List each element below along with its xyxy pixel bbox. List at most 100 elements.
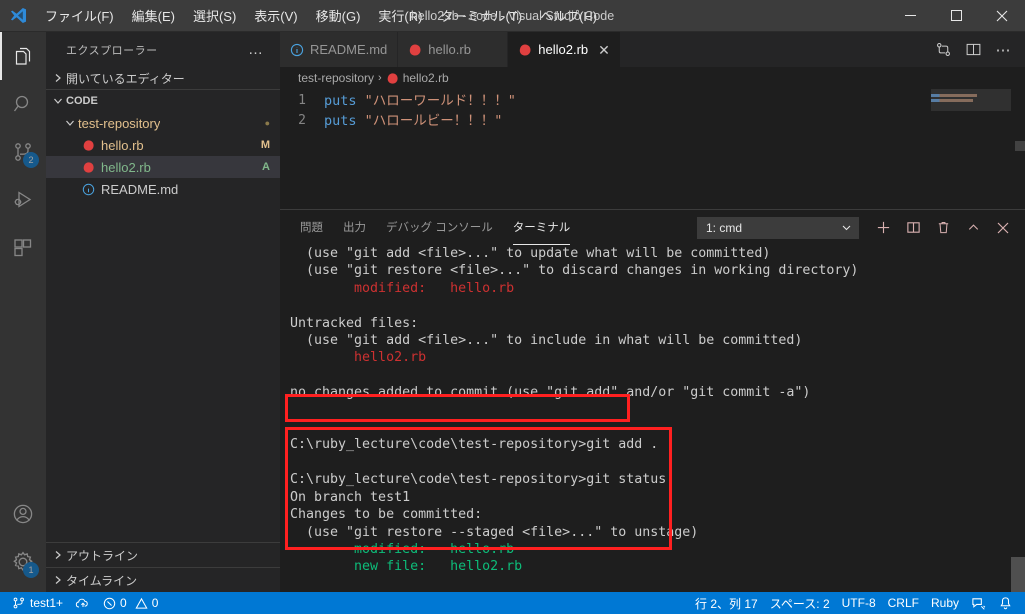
status-warning-count: 0 xyxy=(151,596,159,610)
breadcrumb: test-repository › hello2.rb xyxy=(280,67,1025,89)
ruby-icon xyxy=(80,159,96,175)
status-language-mode[interactable]: Ruby xyxy=(925,592,965,614)
chevron-down-icon xyxy=(62,118,78,128)
activity-run-debug[interactable] xyxy=(0,176,46,224)
terminal-scrollbar-thumb[interactable] xyxy=(1011,557,1025,592)
tab-label: README.md xyxy=(310,42,388,57)
status-sync[interactable] xyxy=(69,592,97,614)
breadcrumb-file[interactable]: hello2.rb xyxy=(386,71,449,85)
status-branch-label: test1+ xyxy=(30,596,64,610)
sidebar-more-actions-icon[interactable]: … xyxy=(248,41,272,58)
code-string: "ハローワールド！！！" xyxy=(364,93,516,109)
tab-problems[interactable]: 問題 xyxy=(300,210,323,245)
section-open-editors[interactable]: 開いているエディター xyxy=(46,67,280,89)
breadcrumb-folder[interactable]: test-repository xyxy=(298,71,374,85)
vscode-window: ファイル(F) 編集(E) 選択(S) 表示(V) 移動(G) 実行(R) ター… xyxy=(0,0,1025,614)
menu-bar: ファイル(F) 編集(E) 選択(S) 表示(V) 移動(G) 実行(R) ター… xyxy=(36,0,606,32)
code-string: "ハロールビー！！！" xyxy=(364,113,503,129)
ruby-icon xyxy=(386,72,399,85)
activity-extensions[interactable] xyxy=(0,224,46,272)
tree-item-hello2-rb[interactable]: hello2.rb A xyxy=(46,156,280,178)
status-error-count: 0 xyxy=(120,596,127,610)
maximize-panel-icon[interactable] xyxy=(959,214,987,242)
outline-label: アウトライン xyxy=(66,548,139,563)
minimize-button[interactable] xyxy=(887,0,933,32)
editor-scrollbar[interactable] xyxy=(1011,89,1025,209)
code-content: 1 puts "ハローワールド！！！" 2 puts "ハロールビー！！！" xyxy=(280,89,1025,131)
menu-edit[interactable]: 編集(E) xyxy=(123,0,184,32)
chevron-down-icon xyxy=(841,222,852,233)
status-cursor-position[interactable]: 行 2、列 17 xyxy=(689,592,764,614)
tab-close-icon[interactable]: ✕ xyxy=(598,43,610,57)
status-indentation[interactable]: スペース: 2 xyxy=(764,592,836,614)
ruby-icon xyxy=(518,43,532,57)
markdown-icon xyxy=(290,43,304,57)
menu-terminal[interactable]: ターミナル(T) xyxy=(431,0,531,32)
code-keyword: puts xyxy=(324,113,357,129)
tree-item-status: M xyxy=(260,139,270,151)
ruby-icon xyxy=(80,137,96,153)
close-panel-icon[interactable] xyxy=(989,214,1017,242)
menu-selection[interactable]: 選択(S) xyxy=(184,0,245,32)
tree-item-hello-rb[interactable]: hello.rb M xyxy=(46,134,280,156)
split-terminal-icon[interactable] xyxy=(899,214,927,242)
sidebar-bottom-sections: アウトライン タイムライン xyxy=(46,542,280,592)
status-problems[interactable]: 0 0 xyxy=(97,592,164,614)
terminal-selector[interactable]: 1: cmd xyxy=(697,216,859,239)
open-editors-label: 開いているエディター xyxy=(66,71,185,86)
ruby-icon xyxy=(408,43,422,57)
activity-accounts[interactable] xyxy=(0,490,46,538)
editor-minimap[interactable] xyxy=(931,89,1011,209)
tab-terminal[interactable]: ターミナル xyxy=(512,210,571,245)
terminal-line: new file: hello2.rb xyxy=(290,559,523,575)
menu-file[interactable]: ファイル(F) xyxy=(36,0,123,32)
tab-hello2-rb[interactable]: hello2.rb ✕ xyxy=(508,32,621,67)
terminal-scrollbar[interactable] xyxy=(1011,245,1025,592)
search-icon xyxy=(13,95,29,112)
menu-run[interactable]: 実行(R) xyxy=(369,0,431,32)
close-button[interactable] xyxy=(979,0,1025,32)
tab-label: hello2.rb xyxy=(538,42,589,57)
tree-item-status: ● xyxy=(264,118,270,128)
extensions-icon xyxy=(14,239,32,257)
section-outline[interactable]: アウトライン xyxy=(46,543,280,567)
section-timeline[interactable]: タイムライン xyxy=(46,568,280,592)
activity-settings[interactable]: 1 xyxy=(0,538,46,586)
tree-item-label: test-repository xyxy=(78,115,161,131)
kill-terminal-icon[interactable] xyxy=(929,214,957,242)
activity-source-control[interactable]: 2 xyxy=(0,128,46,176)
tab-readme-md[interactable]: README.md xyxy=(280,32,399,67)
tab-hello-rb[interactable]: hello.rb xyxy=(398,32,509,67)
warning-icon xyxy=(135,597,148,610)
breadcrumb-separator: › xyxy=(378,72,382,84)
tab-debug-console[interactable]: デバッグ コンソール xyxy=(386,210,493,245)
status-eol[interactable]: CRLF xyxy=(882,592,925,614)
more-actions-icon[interactable]: ⋯ xyxy=(989,36,1017,64)
status-encoding[interactable]: UTF-8 xyxy=(836,592,882,614)
status-feedback[interactable] xyxy=(965,592,992,614)
compare-changes-icon[interactable] xyxy=(929,36,957,64)
editor-scrollbar-thumb[interactable] xyxy=(1015,141,1025,151)
tree-item-readme-md[interactable]: README.md xyxy=(46,178,280,200)
new-terminal-icon[interactable] xyxy=(869,214,897,242)
split-editor-icon[interactable] xyxy=(959,36,987,64)
terminal-line: (use "git restore <file>..." to discard … xyxy=(290,263,859,279)
tree-item-test-repository[interactable]: test-repository ● xyxy=(46,112,280,134)
chevron-down-icon xyxy=(50,96,66,106)
status-bar-right: 行 2、列 17 スペース: 2 UTF-8 CRLF Ruby xyxy=(689,592,1025,614)
code-editor[interactable]: 1 puts "ハローワールド！！！" 2 puts "ハロールビー！！！" xyxy=(280,89,1025,209)
status-notifications[interactable] xyxy=(992,592,1025,614)
activity-search[interactable] xyxy=(0,80,46,128)
section-folder-code[interactable]: CODE xyxy=(46,90,280,112)
menu-help[interactable]: ヘルプ(H) xyxy=(531,0,606,32)
menu-go[interactable]: 移動(G) xyxy=(307,0,370,32)
menu-view[interactable]: 表示(V) xyxy=(245,0,306,32)
tab-output[interactable]: 出力 xyxy=(343,210,366,245)
minimap-slider[interactable] xyxy=(931,89,1011,111)
sidebar-header: エクスプローラー … xyxy=(46,32,280,67)
status-branch[interactable]: test1+ xyxy=(0,592,69,614)
maximize-button[interactable] xyxy=(933,0,979,32)
timeline-label: タイムライン xyxy=(66,573,138,588)
activity-explorer[interactable] xyxy=(0,32,46,80)
